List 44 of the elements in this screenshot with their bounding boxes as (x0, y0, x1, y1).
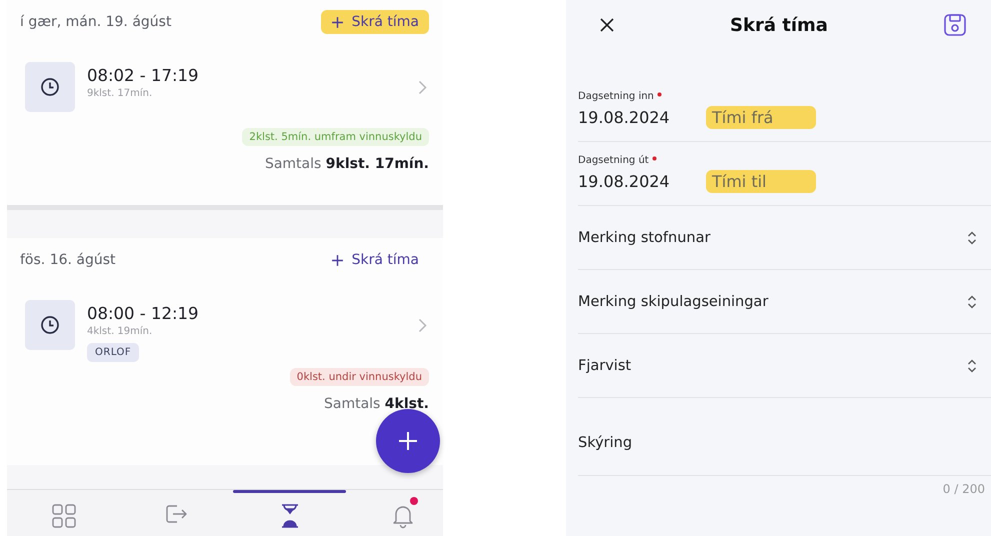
date-heading: fös. 16. ágúst (20, 252, 116, 268)
clock-icon (25, 62, 75, 112)
add-time-link[interactable]: Skrá tíma (320, 248, 429, 272)
field-label: Dagsetning inn (578, 90, 654, 102)
date-field[interactable]: 19.08.2024 (578, 170, 694, 192)
required-icon (652, 156, 657, 160)
character-counter: 0 / 200 (942, 482, 985, 496)
chevron-icon (418, 80, 427, 95)
time-range: 08:02 - 17:19 (87, 66, 200, 85)
field-label: Dagsetning út (578, 154, 649, 166)
time-field[interactable]: Tími frá (706, 106, 816, 128)
dropdown-field[interactable]: Merking skipulagseiningar (578, 270, 991, 334)
duration-text: 4klst. 19mín. (87, 326, 154, 337)
time-field[interactable]: Tími til (706, 170, 816, 192)
dropdown-field[interactable]: Merking stofnunar (578, 206, 991, 270)
up-down-chevron-icon (967, 294, 977, 308)
grid-icon[interactable] (50, 503, 76, 529)
balance-tag: 0klst. undir vinnuskyldu (290, 368, 429, 386)
up-down-chevron-icon (967, 230, 977, 244)
date-field[interactable]: 19.08.2024 (578, 106, 694, 128)
plus-icon (330, 254, 344, 266)
required-icon (656, 92, 662, 96)
clock-icon (25, 300, 75, 350)
time-range: 08:00 - 12:19 (87, 304, 200, 323)
hourglass-icon[interactable] (280, 503, 300, 529)
date-heading: í gær, mán. 19. ágúst (20, 14, 172, 30)
plus-icon (330, 16, 344, 28)
up-down-chevron-icon (967, 358, 977, 372)
dropdown-field[interactable]: Fjarvist (578, 334, 991, 398)
total-text: Samtals 4klst. (324, 396, 429, 412)
save-icon[interactable] (943, 13, 967, 37)
chevron-icon (418, 318, 427, 333)
add-time-link[interactable]: Skrá tíma (320, 10, 429, 34)
exit-arrow-icon[interactable] (164, 503, 188, 525)
category-tag: ORLOF (87, 343, 140, 362)
screen-title: Skrá tíma (730, 14, 828, 36)
description-field[interactable]: Skýring (578, 398, 991, 476)
plus-icon (397, 430, 419, 452)
balance-tag: 2klst. 5mín. umfram vinnuskyldu (242, 128, 429, 146)
close-icon[interactable] (599, 17, 615, 33)
time-entry-row[interactable]: 08:02 - 17:19 9klst. 17mín. (20, 62, 429, 112)
time-entry-row[interactable]: 08:00 - 12:19 4klst. 19mín. ORLOF (20, 300, 429, 362)
total-text: Samtals 9klst. 17mín. (264, 156, 429, 172)
duration-text: 9klst. 17mín. (87, 88, 154, 99)
